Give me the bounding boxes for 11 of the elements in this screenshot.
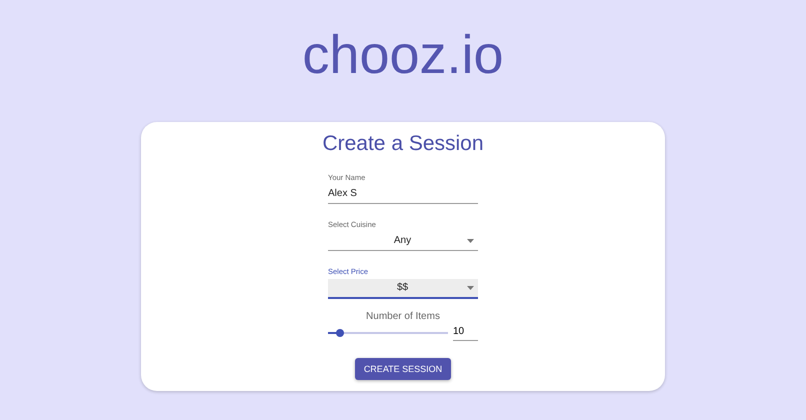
number-input[interactable]: 10 bbox=[453, 324, 478, 341]
create-session-button[interactable]: CREATE SESSION bbox=[354, 358, 452, 380]
slider-label: Number of Items bbox=[365, 311, 441, 322]
card-title: Create a Session bbox=[322, 131, 484, 157]
dropdown-caret-icon bbox=[467, 239, 474, 243]
slider-thumb[interactable] bbox=[336, 328, 344, 336]
dropdown-caret-icon bbox=[467, 286, 474, 290]
input-field[interactable]: Alex S bbox=[328, 185, 478, 204]
logo-text: chooz.io bbox=[302, 24, 504, 86]
select-field[interactable]: Any bbox=[328, 232, 478, 251]
select-field[interactable]: $$ bbox=[328, 279, 478, 299]
